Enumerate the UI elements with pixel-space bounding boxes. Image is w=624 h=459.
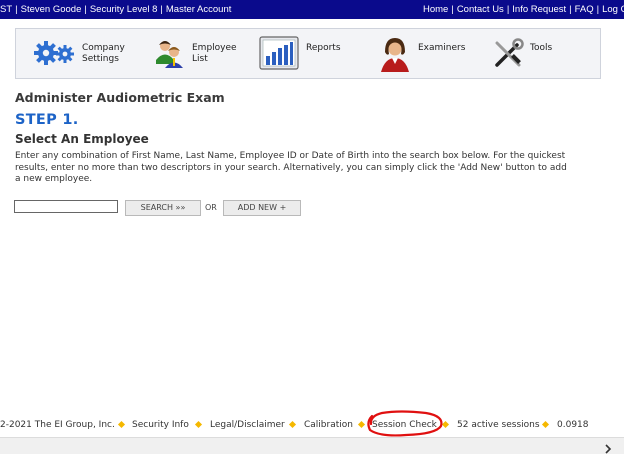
active-sessions: 52 active sessions (457, 420, 540, 430)
top-bar: ST | Steven Goode | Security Level 8 | Master … (0, 0, 624, 19)
session-check-link[interactable]: Session Check (372, 420, 437, 430)
account-info: ST | Steven Goode | Security Level 8 | Master … (0, 4, 232, 15)
nav-label: Reports (306, 43, 341, 53)
account-type: Master Account (165, 4, 232, 15)
calibration-link[interactable]: Calibration (304, 420, 353, 430)
nav-tools[interactable]: Tools (492, 29, 592, 78)
employee-search-input[interactable] (14, 200, 118, 213)
user-name: Steven Goode (20, 4, 82, 15)
tools-icon (492, 38, 524, 74)
diamond-icon (541, 420, 550, 429)
bar-chart-icon (259, 36, 299, 74)
nav-label: Tools (530, 43, 553, 53)
nav-examiners[interactable]: Examiners (379, 29, 479, 78)
logout-link[interactable]: Log O (602, 4, 624, 15)
account-fragment: ST (0, 4, 13, 15)
main-nav: Company Settings Employee List Reports E… (15, 28, 601, 79)
security-level: Security Level 8 (89, 4, 158, 15)
copyright: 2-2021 The EI Group, Inc. (0, 420, 115, 430)
add-new-button[interactable]: ADD NEW + (223, 200, 301, 216)
diamond-icon (117, 420, 126, 429)
or-label: OR (205, 203, 217, 212)
contact-us-link[interactable]: Contact Us (457, 4, 504, 15)
version: 0.0918 (557, 420, 589, 430)
diamond-icon (194, 420, 203, 429)
examiner-icon (379, 36, 411, 76)
nav-label: Company Settings (82, 43, 125, 64)
instructions: Enter any combination of First Name, Las… (15, 151, 567, 184)
nav-label: Employee List (192, 43, 237, 64)
footer: 2-2021 The EI Group, Inc. Security Info … (0, 420, 624, 432)
horizontal-scrollbar[interactable] (0, 437, 624, 454)
top-links: Home|Contact Us|Info Request|FAQ|Log O (423, 4, 624, 15)
search-button[interactable]: SEARCH »» (125, 200, 201, 216)
chevron-right-icon[interactable] (602, 440, 614, 454)
home-link[interactable]: Home (423, 4, 448, 15)
nav-employee-list[interactable]: Employee List (154, 29, 254, 78)
security-info-link[interactable]: Security Info (132, 420, 189, 430)
diamond-icon (288, 420, 297, 429)
nav-company-settings[interactable]: Company Settings (34, 29, 144, 78)
faq-link[interactable]: FAQ (575, 4, 594, 15)
diamond-icon (441, 420, 450, 429)
step-heading: STEP 1. (15, 112, 79, 128)
section-heading: Select An Employee (15, 132, 149, 146)
page-title: Administer Audiometric Exam (15, 90, 225, 105)
legal-disclaimer-link[interactable]: Legal/Disclaimer (210, 420, 285, 430)
info-request-link[interactable]: Info Request (512, 4, 566, 15)
nav-label: Examiners (418, 43, 466, 53)
people-icon (154, 38, 186, 74)
diamond-icon (357, 420, 366, 429)
gears-icon (34, 40, 76, 70)
nav-reports[interactable]: Reports (259, 29, 359, 78)
